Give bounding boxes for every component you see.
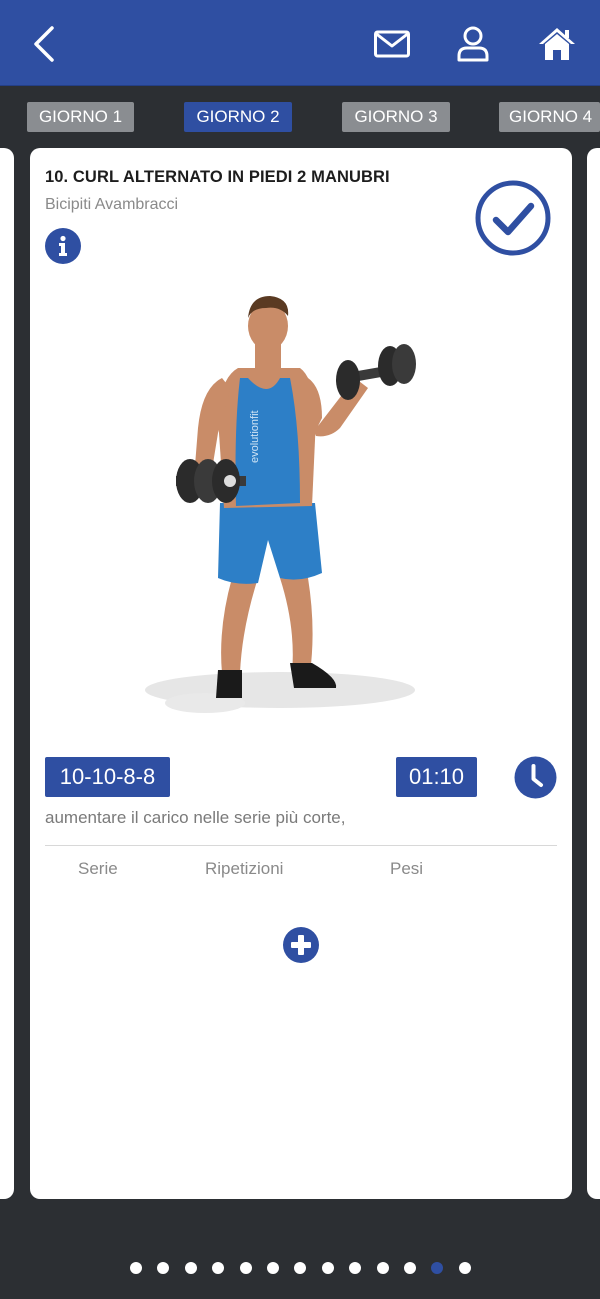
column-header-serie: Serie — [78, 859, 118, 878]
page-dot[interactable] — [404, 1262, 416, 1274]
mail-icon — [374, 30, 410, 58]
page-dot[interactable] — [431, 1262, 443, 1274]
page-dot[interactable] — [185, 1262, 197, 1274]
page-dot[interactable] — [377, 1262, 389, 1274]
info-icon — [45, 228, 81, 264]
tab-giorno-4[interactable]: GIORNO 4 — [499, 102, 600, 132]
page-dot[interactable] — [130, 1262, 142, 1274]
info-button[interactable] — [45, 228, 81, 264]
home-icon — [539, 28, 575, 60]
clock-icon — [514, 756, 557, 799]
page-dot[interactable] — [349, 1262, 361, 1274]
chevron-left-icon — [34, 26, 54, 62]
page-indicator — [0, 1262, 600, 1276]
home-button[interactable] — [535, 22, 579, 66]
tab-giorno-2[interactable]: GIORNO 2 — [184, 102, 292, 132]
exercise-note: aumentare il carico nelle serie più cort… — [45, 808, 346, 827]
back-button[interactable] — [22, 22, 66, 66]
tab-giorno-3[interactable]: GIORNO 3 — [342, 102, 450, 132]
add-set-button[interactable] — [282, 926, 320, 964]
page-dot[interactable] — [294, 1262, 306, 1274]
page-dot[interactable] — [157, 1262, 169, 1274]
reps-badge: 10-10-8-8 — [45, 757, 170, 797]
page-dot[interactable] — [267, 1262, 279, 1274]
column-header-pesi: Pesi — [390, 859, 424, 878]
tab-giorno-1[interactable]: GIORNO 1 — [27, 102, 134, 132]
page-dot[interactable] — [212, 1262, 224, 1274]
column-header-ripetizioni: Ripetizioni — [205, 859, 284, 878]
exercise-illustration: evolutionfit — [145, 296, 416, 713]
divider — [45, 845, 557, 846]
day-tabs: GIORNO 1 GIORNO 2 GIORNO 3 GIORNO 4 — [0, 102, 600, 134]
exercise-title: 10. CURL ALTERNATO IN PIEDI 2 MANUBRI — [45, 168, 390, 186]
next-card-peek[interactable] — [587, 148, 600, 1199]
top-bar — [0, 0, 600, 86]
profile-button[interactable] — [451, 22, 495, 66]
exercise-muscles: Bicipiti Avambracci — [45, 196, 179, 213]
exercise-card: 10. CURL ALTERNATO IN PIEDI 2 MANUBRI Bi… — [30, 148, 572, 1199]
complete-exercise-button[interactable] — [474, 179, 552, 257]
page-dot[interactable] — [322, 1262, 334, 1274]
rest-timer-button[interactable] — [514, 756, 557, 799]
previous-card-peek[interactable] — [0, 148, 14, 1199]
page-dot[interactable] — [459, 1262, 471, 1274]
page-dot[interactable] — [240, 1262, 252, 1274]
shirt-logo-text: evolutionfit — [249, 410, 261, 463]
rest-time-badge: 01:10 — [396, 757, 477, 797]
mail-button[interactable] — [370, 22, 414, 66]
plus-circle-icon — [283, 927, 319, 963]
user-icon — [457, 26, 489, 62]
check-circle-icon — [475, 180, 551, 256]
